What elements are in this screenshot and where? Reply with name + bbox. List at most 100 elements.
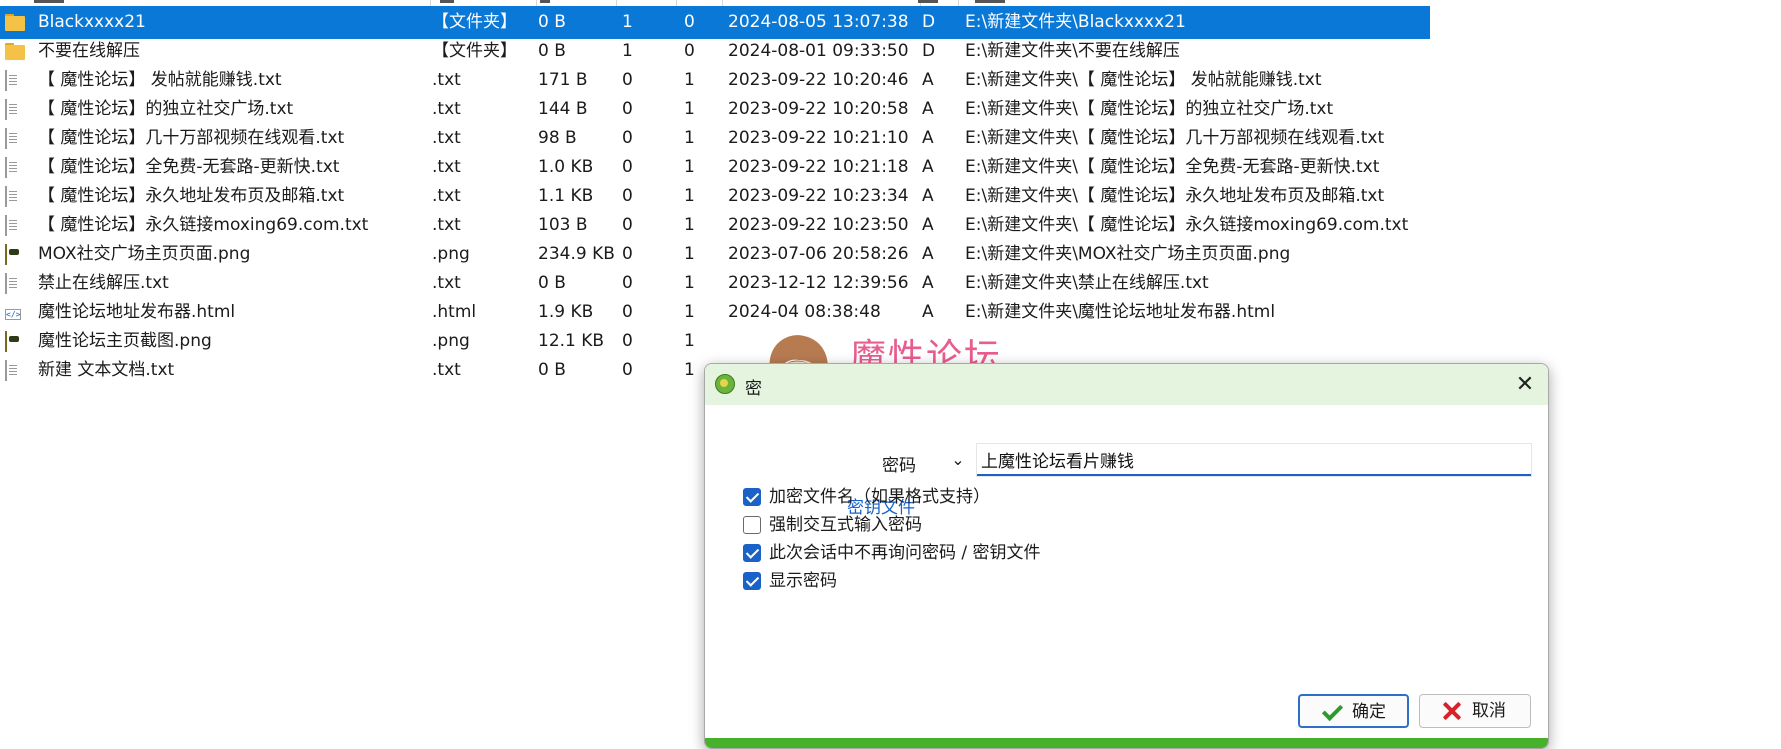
header-label-fragment: [918, 0, 938, 3]
folder-icon: [5, 12, 25, 34]
file-count-a: 0: [622, 302, 633, 322]
file-size: 1.9 KB: [538, 302, 594, 322]
file-count-a: 0: [622, 244, 633, 264]
file-count-b: 1: [684, 302, 695, 322]
password-history-dropdown-icon[interactable]: ⌄: [947, 448, 969, 472]
checkmark-icon: [1320, 699, 1344, 724]
ok-button[interactable]: 确定: [1298, 694, 1409, 728]
file-count-b: 0: [684, 41, 695, 61]
file-modified-date: 2023-12-12 12:39:56: [728, 273, 909, 293]
file-path: E:\新建文件夹\魔性论坛地址发布器.html: [965, 302, 1276, 322]
file-attributes: A: [922, 99, 934, 119]
text-file-icon: [5, 128, 25, 150]
file-size: 98 B: [538, 128, 577, 148]
file-size: 0 B: [538, 41, 566, 61]
file-type: .txt: [432, 360, 461, 380]
checkbox[interactable]: [743, 544, 761, 562]
file-path: E:\新建文件夹\【 魔性论坛】永久链接moxing69.com.txt: [965, 215, 1409, 235]
file-count-a: 0: [622, 186, 633, 206]
file-type: .txt: [432, 70, 461, 90]
checkbox[interactable]: [743, 488, 761, 506]
file-count-a: 0: [622, 273, 633, 293]
file-type: .txt: [432, 215, 461, 235]
file-modified-date: 2023-09-22 10:23:34: [728, 186, 909, 206]
file-count-a: 0: [622, 99, 633, 119]
dialog-titlebar[interactable]: 密 ✕: [705, 364, 1548, 405]
checkbox-label: 加密文件名（如果格式支持）: [769, 487, 990, 507]
cancel-button[interactable]: 取消: [1419, 694, 1531, 728]
file-attributes: A: [922, 273, 934, 293]
file-type: 【文件夹】: [432, 12, 517, 32]
file-size: 0 B: [538, 360, 566, 380]
header-label-fragment: [440, 0, 454, 3]
ok-button-label: 确定: [1352, 702, 1386, 722]
html-file-icon: </>: [5, 309, 22, 320]
file-attributes: D: [922, 12, 936, 32]
file-path: E:\新建文件夹\【 魔性论坛】永久地址发布页及邮箱.txt: [965, 186, 1385, 206]
file-size: 103 B: [538, 215, 588, 235]
file-path: E:\新建文件夹\禁止在线解压.txt: [965, 273, 1209, 293]
file-attributes: A: [922, 128, 934, 148]
file-type: 【文件夹】: [432, 41, 517, 61]
file-name: 【 魔性论坛】 发帖就能赚钱.txt: [38, 70, 282, 90]
file-type: .txt: [432, 128, 461, 148]
text-file-icon: [5, 186, 25, 208]
text-file-icon: [5, 360, 25, 382]
file-attributes: A: [922, 157, 934, 177]
text-file-icon: [5, 215, 25, 237]
text-file-icon: [5, 157, 25, 179]
file-type: .png: [432, 244, 470, 264]
file-name: 魔性论坛地址发布器.html: [38, 302, 236, 322]
file-path: E:\新建文件夹\Blackxxxx21: [965, 12, 1186, 32]
header-label-fragment: [540, 0, 550, 3]
file-modified-date: 2023-09-22 10:20:46: [728, 70, 909, 90]
dialog-progress-bar: [705, 738, 1548, 748]
file-type: .txt: [432, 99, 461, 119]
file-count-a: 0: [622, 215, 633, 235]
file-size: 1.0 KB: [538, 157, 594, 177]
file-type: .txt: [432, 273, 461, 293]
file-count-b: 1: [684, 186, 695, 206]
file-attributes: D: [922, 41, 936, 61]
checkbox-label: 强制交互式输入密码: [769, 515, 922, 535]
file-name: Blackxxxx21: [38, 12, 146, 32]
file-count-b: 1: [684, 70, 695, 90]
file-size: 0 B: [538, 12, 566, 32]
password-label: 密码: [882, 456, 916, 476]
file-count-a: 0: [622, 360, 633, 380]
file-count-b: 1: [684, 157, 695, 177]
file-modified-date: 2024-08-01 09:33:50: [728, 41, 909, 61]
file-count-b: 1: [684, 331, 695, 351]
close-icon[interactable]: ✕: [1510, 370, 1540, 400]
file-modified-date: 2023-09-22 10:23:50: [728, 215, 909, 235]
file-type: .txt: [432, 186, 461, 206]
file-name: 魔性论坛主页截图.png: [38, 331, 212, 351]
cancel-button-label: 取消: [1472, 701, 1506, 721]
file-path: E:\新建文件夹\【 魔性论坛】的独立社交广场.txt: [965, 99, 1334, 119]
text-file-icon: [5, 273, 25, 295]
file-attributes: A: [922, 186, 934, 206]
file-type: .png: [432, 331, 470, 351]
image-file-icon: [5, 331, 25, 353]
header-label-fragment: [975, 0, 1005, 3]
folder-icon: [5, 41, 25, 63]
file-path: E:\新建文件夹\MOX社交广场主页页面.png: [965, 244, 1291, 264]
file-size: 1.1 KB: [538, 186, 594, 206]
file-size: 234.9 KB: [538, 244, 614, 264]
image-file-icon: [5, 244, 25, 266]
file-path: E:\新建文件夹\【 魔性论坛】几十万部视频在线观看.txt: [965, 128, 1385, 148]
file-name: 禁止在线解压.txt: [38, 273, 169, 293]
checkbox[interactable]: [743, 572, 761, 590]
file-count-b: 0: [684, 12, 695, 32]
file-name: 【 魔性论坛】几十万部视频在线观看.txt: [38, 128, 345, 148]
file-modified-date: 2023-09-22 10:21:18: [728, 157, 909, 177]
file-attributes: A: [922, 70, 934, 90]
file-name: 【 魔性论坛】的独立社交广场.txt: [38, 99, 294, 119]
file-count-a: 0: [622, 70, 633, 90]
file-count-a: 1: [622, 12, 633, 32]
text-file-icon: [5, 70, 25, 92]
password-input[interactable]: [977, 444, 1531, 476]
file-modified-date: 2023-09-22 10:20:58: [728, 99, 909, 119]
file-name: 不要在线解压: [38, 41, 140, 61]
checkbox[interactable]: [743, 516, 761, 534]
